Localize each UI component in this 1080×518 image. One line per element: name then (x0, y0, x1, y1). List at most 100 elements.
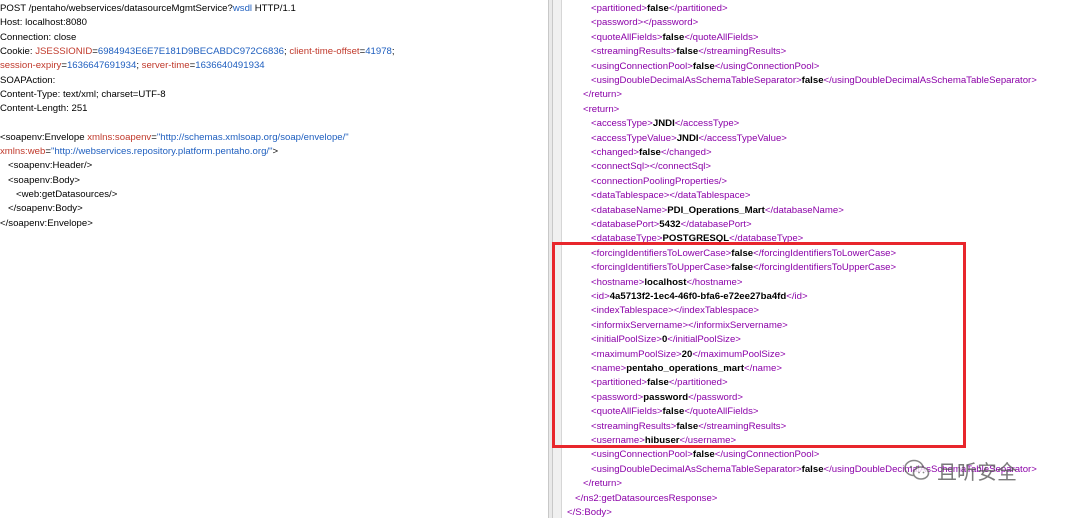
xml-close-tag: </indexTablespace> (673, 305, 760, 317)
xml-value: false (692, 60, 715, 72)
xml-close-tag: </initialPoolSize> (667, 334, 741, 346)
cookie-name: session-expiry (0, 60, 62, 72)
xml-open-tag: <changed> (591, 147, 640, 158)
header-name: Connection (0, 31, 49, 43)
request-line: Cookie: JSESSIONID=6984943E6E7E181D9BECA… (0, 45, 395, 59)
xml-value: false (731, 262, 754, 274)
xml-close-tag: </maximumPoolSize> (692, 348, 786, 360)
xml-open-tag: <initialPoolSize> (591, 334, 662, 346)
xml-open-tag: <connectSql> (591, 161, 650, 173)
xml-line: <id>4a5713f2-1ec4-46f0-bfa6-e72ee27ba4fd… (591, 290, 808, 304)
xml-open-tag: <databaseName> (591, 204, 668, 216)
xml-line: <usingConnectionPool>false</usingConnect… (591, 60, 819, 74)
header-name: Content-Type (0, 88, 58, 100)
header-name: Content-Length (0, 103, 67, 115)
xml-line: <connectSql></connectSql> (591, 160, 711, 174)
xml-value: pentaho_operations_mart (626, 363, 745, 374)
xml-close-tag: </quoteAllFields> (684, 406, 759, 418)
header-value: text/xml; charset=UTF-8 (62, 88, 166, 100)
xml-close-tag: </connectSql> (649, 161, 712, 173)
request-line: session-expiry=1636647691934; server-tim… (0, 59, 265, 73)
xml-open-tag: <streamingResults> (591, 46, 677, 58)
xml-close-tag: </accessType> (674, 118, 740, 130)
xml-open-tag: <databaseType> (591, 233, 663, 245)
cookie-name: client-time-offset (289, 45, 360, 57)
xml-tag: </return> (583, 478, 622, 490)
xml-value: false (801, 463, 824, 475)
xml-open-tag: <databasePort> (591, 219, 660, 230)
xml-value: false (662, 31, 685, 43)
xml-line: </ns2:getDatasourcesResponse> (575, 492, 717, 506)
xml-line: <name>pentaho_operations_mart</name> (591, 362, 782, 376)
xml-value: 20 (681, 348, 693, 360)
xml-value: false (647, 3, 669, 14)
xml-line: <usingDoubleDecimalAsSchemaTableSeparato… (591, 74, 1037, 88)
request-line: xmlns:web="http://webservices.repository… (0, 145, 278, 159)
xml-open-tag: <hostname> (591, 276, 645, 288)
xml-open-tag: <usingConnectionPool> (591, 60, 693, 72)
xml-value: false (692, 449, 715, 461)
xml-close-tag: </streamingResults> (698, 420, 787, 432)
xml-open-tag: <partitioned> (591, 377, 648, 389)
response-pane[interactable]: <partitioned>false</partitioned> <passwor… (553, 0, 1080, 518)
xml-close-tag: </usingConnectionPool> (714, 449, 820, 461)
xml-open-tag: <indexTablespace> (591, 305, 674, 317)
xml-line: </S:Body> (567, 506, 612, 518)
request-line: Content-Length: 251 (0, 102, 88, 116)
xml-value: JNDI (676, 132, 699, 144)
xml-line: <dataTablespace></dataTablespace> (591, 189, 751, 203)
tag-close: > (272, 146, 279, 157)
xml-open-tag: <usingDoubleDecimalAsSchemaTableSeparato… (591, 75, 802, 86)
ns2-value: "http://webservices.repository.platform.… (50, 146, 273, 157)
request-line: Host: localhost:8080 (0, 16, 87, 30)
cookie-name: server-time (141, 60, 190, 72)
xml-open-tag: <id> (591, 291, 610, 302)
xml-close-tag: </streamingResults> (698, 46, 787, 58)
response-scrollbar[interactable] (553, 0, 562, 518)
cookie-name: JSESSIONID (35, 45, 93, 57)
xml-line: <accessTypeValue>JNDI</accessTypeValue> (591, 132, 787, 146)
xml-line: <partitioned>false</partitioned> (591, 2, 728, 16)
header-value: close (53, 31, 77, 43)
xml-close-tag: </name> (744, 363, 782, 374)
xml-close-tag: </databaseType> (729, 233, 804, 245)
soap-body-open: <soapenv:Body> (8, 174, 81, 186)
xml-tag: </ns2:getDatasourcesResponse> (575, 492, 718, 504)
xml-value: hibuser (644, 435, 680, 446)
request-line: Content-Type: text/xml; charset=UTF-8 (0, 88, 166, 102)
cookie-value: 1636647691934 (66, 60, 137, 72)
xml-open-tag: <maximumPoolSize> (591, 348, 682, 360)
xml-open-tag: <forcingIdentifiersToUpperCase> (591, 262, 732, 274)
request-protocol: HTTP/1.1 (252, 3, 296, 14)
xml-open-tag: <quoteAllFields> (591, 406, 663, 418)
request-method-path: POST /pentaho/webservices/datasourceMgmt… (0, 3, 233, 14)
xml-close-tag: </hostname> (686, 276, 743, 288)
xml-line: <initialPoolSize>0</initialPoolSize> (591, 333, 741, 347)
header-name: SOAPAction (0, 74, 53, 86)
xml-line: </return> (583, 88, 622, 102)
xml-open-tag: <quoteAllFields> (591, 31, 663, 43)
xml-line: <forcingIdentifiersToUpperCase>false</fo… (591, 261, 896, 275)
xml-close-tag: </usingDoubleDecimalAsSchemaTableSeparat… (823, 75, 1037, 86)
request-pane[interactable]: POST /pentaho/webservices/datasourceMgmt… (0, 0, 548, 518)
soap-envelope-open: <soapenv:Envelope (0, 131, 85, 143)
request-query-param: wsdl (232, 3, 253, 14)
xml-line: <streamingResults>false</streamingResult… (591, 45, 786, 59)
xml-value: false (676, 46, 699, 58)
xml-open-tag: <username> (591, 435, 645, 446)
xml-line: <accessType>JNDI</accessType> (591, 117, 739, 131)
xml-line: <informixServername></informixServername… (591, 319, 788, 333)
request-line: Connection: close (0, 31, 76, 45)
xml-open-tag: <password> (591, 391, 644, 403)
xml-open-tag: <partitioned> (591, 3, 648, 14)
xml-line: <username>hibuser</username> (591, 434, 736, 448)
cookie-sep: ; (391, 45, 395, 57)
xml-value: false (639, 147, 661, 158)
xml-open-tag: <usingDoubleDecimalAsSchemaTableSeparato… (591, 463, 802, 475)
xml-open-tag: <dataTablespace> (591, 190, 670, 202)
xml-value: false (676, 420, 699, 432)
xml-line: <streamingResults>false</streamingResult… (591, 420, 786, 434)
xml-close-tag: </id> (786, 291, 808, 302)
xml-value: false (647, 377, 669, 389)
xml-open-tag: <forcingIdentifiersToLowerCase> (591, 247, 732, 259)
